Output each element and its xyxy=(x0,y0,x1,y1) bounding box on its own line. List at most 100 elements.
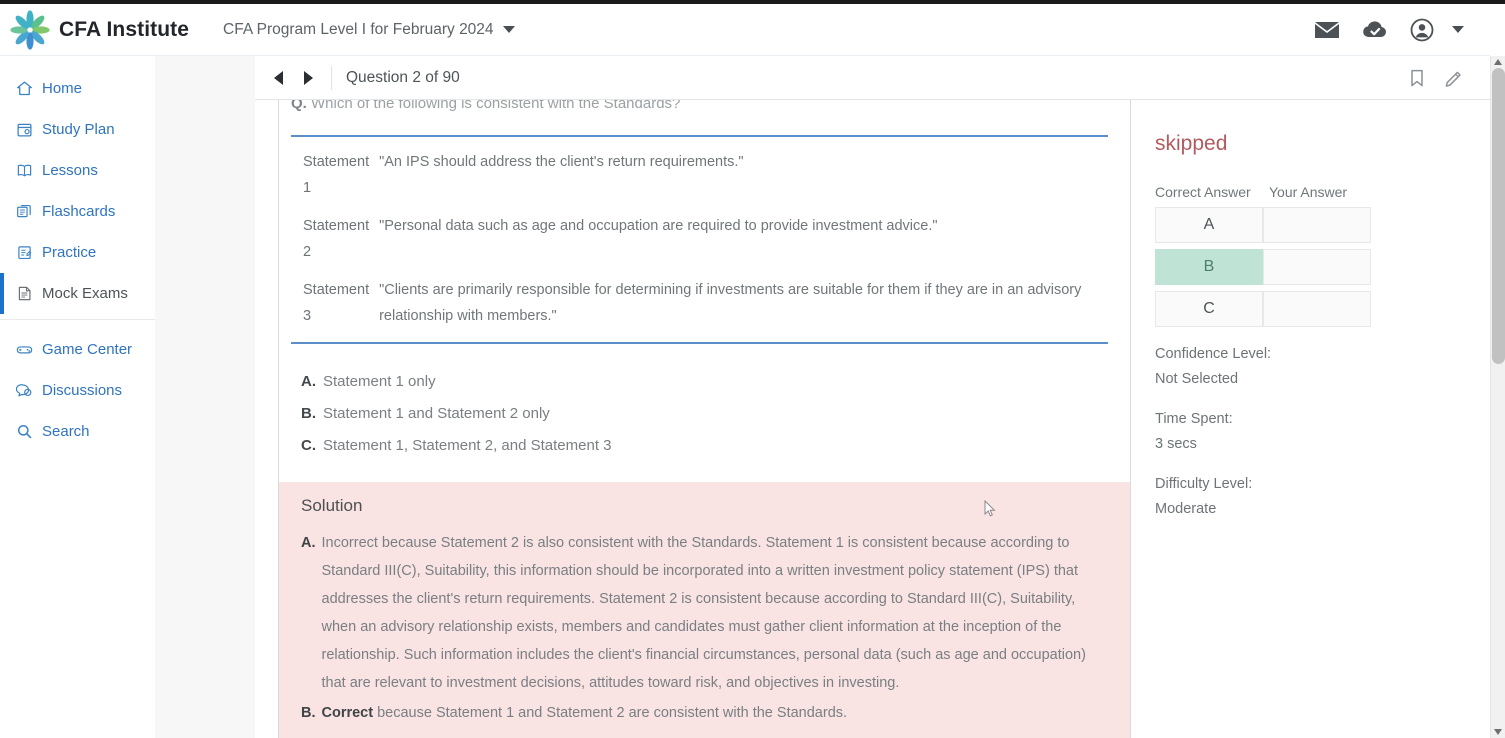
scrollbar-thumb[interactable] xyxy=(1492,68,1505,364)
question-toolbar: Question 2 of 90 xyxy=(255,56,1490,100)
table-row: Statement 3 "Clients are primarily respo… xyxy=(291,271,1108,335)
confidence-level-label: Confidence Level: xyxy=(1155,346,1272,362)
sidebar-item-label: Mock Exams xyxy=(42,285,128,302)
correct-answer-header: Correct Answer xyxy=(1155,184,1251,200)
sidebar-item-practice[interactable]: Practice xyxy=(0,232,155,273)
difficulty-level-block: Difficulty Level: Moderate xyxy=(1155,472,1370,522)
statement-label: Statement 3 xyxy=(303,282,370,324)
toolbar-actions xyxy=(1408,68,1464,88)
time-spent-label: Time Spent: xyxy=(1155,411,1233,427)
solution-panel: Solution A. Incorrect because Statement … xyxy=(279,482,1130,738)
question-counter: Question 2 of 90 xyxy=(346,68,460,86)
answer-table-header: Correct Answer Your Answer xyxy=(1155,184,1370,200)
answer-choice-c[interactable]: C. Statement 1, Statement 2, and Stateme… xyxy=(291,430,1108,462)
cards-icon xyxy=(16,203,33,220)
toolbar-divider xyxy=(331,65,332,90)
sidebar-item-mock-exams[interactable]: Mock Exams xyxy=(0,273,155,314)
your-answer-header: Your Answer xyxy=(1269,184,1348,200)
pencil-icon[interactable] xyxy=(1444,68,1464,88)
sidebar-item-label: Game Center xyxy=(42,341,133,358)
chevron-down-icon xyxy=(502,26,515,33)
choice-text: Statement 1 only xyxy=(323,373,436,390)
time-spent-block: Time Spent: 3 secs xyxy=(1155,407,1370,457)
game-controller-icon xyxy=(16,341,33,358)
cfa-pinwheel-logo-icon xyxy=(10,9,50,50)
sidebar-item-study-plan[interactable]: Study Plan xyxy=(0,109,155,150)
brand[interactable]: CFA Institute xyxy=(10,9,189,50)
sidebar-item-search[interactable]: Search xyxy=(0,411,155,452)
home-icon xyxy=(16,80,33,97)
correct-answer-cell-c: C xyxy=(1155,291,1263,327)
statement-text: "Personal data such as age and occupatio… xyxy=(379,218,938,234)
solution-item-a: A. Incorrect because Statement 2 is also… xyxy=(289,529,1113,697)
calendar-icon xyxy=(16,121,33,138)
previous-question-button[interactable] xyxy=(263,63,293,93)
sidebar-item-discussions[interactable]: Discussions xyxy=(0,370,155,411)
sidebar-item-label: Search xyxy=(42,423,90,440)
question-prompt-text: Which of the following is consistent wit… xyxy=(311,100,681,112)
sidebar-item-label: Discussions xyxy=(42,382,123,399)
table-row: Statement 1 "An IPS should address the c… xyxy=(291,143,1108,207)
solution-correct-flag: Correct xyxy=(321,705,374,721)
solution-item-b: B. Correct because Statement 1 and State… xyxy=(289,699,1113,727)
page-scrollbar[interactable] xyxy=(1490,56,1505,738)
triangle-left-icon xyxy=(273,70,283,85)
account-menu[interactable] xyxy=(1410,18,1464,42)
bookmark-icon[interactable] xyxy=(1408,68,1426,88)
choice-key: A. xyxy=(301,373,316,390)
confidence-level-value: Not Selected xyxy=(1155,371,1239,387)
statements-table: Statement 1 "An IPS should address the c… xyxy=(291,135,1108,344)
solution-key: B. xyxy=(301,705,316,721)
account-circle-icon xyxy=(1410,18,1434,42)
left-gutter xyxy=(155,56,255,738)
question-pane: Q. Which of the following is consistent … xyxy=(278,100,1130,738)
choice-key: C. xyxy=(301,437,316,454)
sidebar-group-secondary: Game Center Discussions Search xyxy=(0,319,155,452)
sidebar-item-home[interactable]: Home xyxy=(0,68,155,109)
table-row: A xyxy=(1155,207,1371,243)
answer-choice-b[interactable]: B. Statement 1 and Statement 2 only xyxy=(291,398,1108,430)
book-icon xyxy=(16,162,33,179)
chat-bubbles-icon xyxy=(15,382,33,399)
search-icon xyxy=(16,423,33,440)
statement-text: "Clients are primarily responsible for d… xyxy=(379,282,1082,324)
status-badge: skipped xyxy=(1155,132,1228,155)
your-answer-cell-b xyxy=(1263,249,1371,285)
sidebar-item-game-center[interactable]: Game Center xyxy=(0,329,155,370)
program-selector[interactable]: CFA Program Level I for February 2024 xyxy=(223,21,515,39)
correct-answer-cell-b: B xyxy=(1155,249,1263,285)
choice-text: Statement 1 and Statement 2 only xyxy=(323,405,550,422)
choice-key: B. xyxy=(301,405,316,422)
your-answer-cell-c xyxy=(1263,291,1371,327)
sidebar-item-label: Lessons xyxy=(42,162,98,179)
sidebar-item-flashcards[interactable]: Flashcards xyxy=(0,191,155,232)
statement-text: "An IPS should address the client's retu… xyxy=(379,154,744,170)
difficulty-level-value: Moderate xyxy=(1155,501,1217,517)
statement-label: Statement 2 xyxy=(303,218,370,260)
clipboard-pencil-icon xyxy=(16,244,33,261)
triangle-right-icon xyxy=(303,70,313,85)
chevron-down-icon xyxy=(1452,26,1464,33)
cloud-check-icon[interactable] xyxy=(1362,20,1388,40)
sidebar-item-label: Home xyxy=(42,80,83,97)
solution-text: Correct because Statement 1 and Statemen… xyxy=(322,699,848,727)
next-question-button[interactable] xyxy=(293,63,323,93)
table-row: C xyxy=(1155,291,1371,327)
choice-text: Statement 1, Statement 2, and Statement … xyxy=(323,437,612,454)
scroll-down-icon[interactable] xyxy=(1494,729,1502,735)
results-panel: skipped Correct Answer Your Answer A B C… xyxy=(1130,100,1392,738)
question-prefix: Q. xyxy=(291,100,307,112)
sidebar-item-lessons[interactable]: Lessons xyxy=(0,150,155,191)
solution-key: A. xyxy=(301,535,316,551)
envelope-icon[interactable] xyxy=(1314,20,1340,40)
sidebar-item-label: Flashcards xyxy=(42,203,116,220)
difficulty-level-label: Difficulty Level: xyxy=(1155,476,1253,492)
exam-paper-icon xyxy=(16,285,33,302)
answer-choice-a[interactable]: A. Statement 1 only xyxy=(291,366,1108,398)
table-row: B xyxy=(1155,249,1371,285)
sidebar-item-label: Practice xyxy=(42,244,97,261)
app-header: CFA Institute CFA Program Level I for Fe… xyxy=(0,4,1490,56)
sidebar-item-label: Study Plan xyxy=(42,121,115,138)
scroll-up-icon[interactable] xyxy=(1494,59,1502,65)
table-row: Statement 2 "Personal data such as age a… xyxy=(291,207,1108,271)
